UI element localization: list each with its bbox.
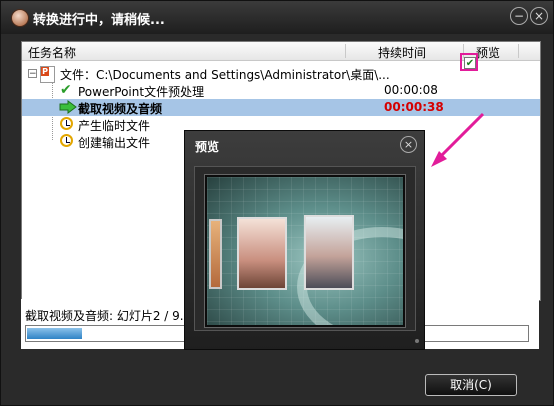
photo-thumbnail — [209, 219, 222, 289]
powerpoint-file-icon — [40, 66, 55, 83]
clock-icon — [60, 117, 73, 130]
close-button[interactable]: × — [530, 7, 548, 25]
task-row-preprocess[interactable]: ✔ PowerPoint文件预处理 00:00:08 — [22, 82, 540, 99]
progress-fill — [27, 328, 82, 339]
column-divider[interactable] — [518, 44, 519, 58]
photo-thumbnail — [304, 215, 354, 290]
preview-frame — [204, 174, 406, 328]
column-divider[interactable] — [345, 44, 346, 58]
title-bar[interactable]: 转换进行中，请稍候... − × — [1, 1, 553, 34]
column-header-task[interactable]: 任务名称 — [28, 44, 76, 61]
app-logo-icon — [11, 9, 29, 27]
column-header-preview[interactable]: 预览 — [476, 44, 500, 61]
resize-grip-icon[interactable] — [415, 339, 419, 343]
photo-thumbnail — [237, 217, 287, 290]
task-duration: 00:00:38 — [384, 100, 444, 114]
conversion-progress-window: 转换进行中，请稍候... − × 任务名称 持续时间 预览 − 文件：C:\Do… — [0, 0, 554, 406]
preview-image — [207, 177, 403, 325]
highlight-box — [460, 53, 478, 71]
clock-icon — [60, 134, 73, 147]
tree-collapse-toggle[interactable]: − — [28, 69, 37, 79]
minimize-button[interactable]: − — [510, 7, 528, 25]
task-label: 文件：C:\Documents and Settings\Administrat… — [60, 68, 390, 82]
preview-close-button[interactable]: × — [400, 136, 417, 153]
task-label: 产生临时文件 — [78, 119, 151, 133]
arrow-right-icon — [59, 100, 77, 114]
status-text: 截取视频及音频: 幻灯片2 / 9... — [25, 307, 192, 324]
task-label: 创建输出文件 — [78, 136, 151, 150]
window-title: 转换进行中，请稍候... — [33, 13, 165, 28]
preview-dialog-title: 预览 — [195, 140, 220, 154]
task-duration: 00:00:08 — [384, 83, 438, 97]
check-icon: ✔ — [60, 82, 72, 98]
preview-dialog: 预览 × — [184, 130, 425, 350]
cancel-button[interactable]: 取消(C) — [425, 374, 517, 396]
task-label: PowerPoint文件预处理 — [78, 85, 205, 99]
task-row-capture[interactable]: 截取视频及音频 00:00:38 — [22, 99, 540, 116]
task-label: 截取视频及音频 — [78, 102, 163, 116]
column-header-duration[interactable]: 持续时间 — [378, 44, 426, 61]
